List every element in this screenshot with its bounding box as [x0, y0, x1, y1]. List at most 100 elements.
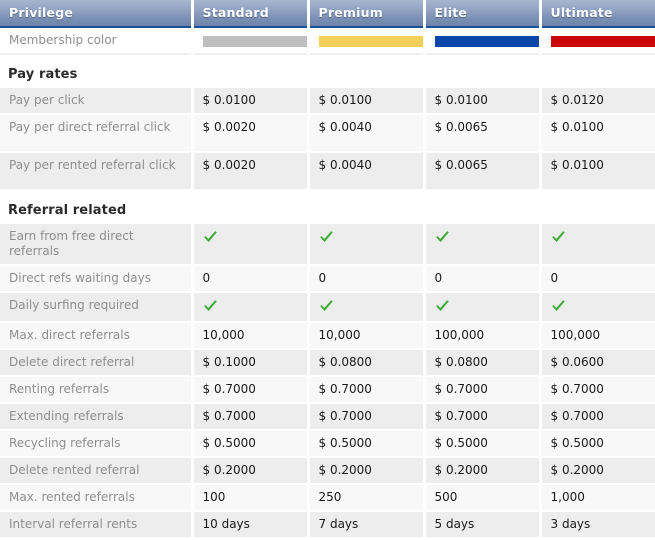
row-value-cell: $ 0.2000: [424, 457, 542, 485]
section-title: Referral related: [0, 190, 655, 224]
row-value-cell: $ 0.7000: [424, 403, 542, 431]
row-value-cell: $ 0.7000: [540, 376, 655, 404]
row-value-cell: $ 0.0120: [540, 88, 655, 115]
membership-color-cell: [540, 27, 655, 55]
row-value-cell: $ 0.5000: [424, 430, 542, 458]
row-value-cell: $ 0.7000: [308, 403, 426, 431]
row-value-cell: 3 days: [540, 511, 655, 539]
row-label: Pay per direct referral click: [0, 114, 194, 153]
check-icon: [319, 230, 334, 244]
table-header: Privilege Standard Premium Elite Ultimat…: [0, 0, 655, 28]
table-row: Direct refs waiting days 0 0 0 0: [0, 265, 655, 293]
row-label: Pay per click: [0, 88, 194, 115]
row-value-cell: 7 days: [308, 511, 426, 539]
row-value-cell: 0: [424, 265, 542, 293]
row-value-cell: $ 0.5000: [192, 430, 310, 458]
row-label: Extending referrals: [0, 403, 194, 431]
column-header-premium[interactable]: Premium: [308, 0, 426, 28]
membership-color-cell: [308, 27, 426, 55]
table-row: Pay per rented referral click $ 0.0020 $ 0…: [0, 152, 655, 191]
table-row: Recycling referrals $ 0.5000 $ 0.5000 $ 0.5…: [0, 430, 655, 458]
row-value-cell: $ 0.7000: [192, 403, 310, 431]
row-value-cell: $ 0.0020: [192, 152, 310, 191]
row-value-cell: 10,000: [192, 322, 310, 350]
row-value-cell: $ 0.7000: [540, 403, 655, 431]
privileges-page: Privilege Standard Premium Elite Ultimat…: [0, 0, 655, 540]
row-label: Membership color: [0, 27, 194, 55]
row-value-cell: $ 0.5000: [540, 430, 655, 458]
check-icon: [551, 230, 566, 244]
row-value-cell: $ 0.0100: [308, 88, 426, 115]
row-value-cell: $ 0.5000: [308, 430, 426, 458]
row-value-cell: $ 0.0100: [424, 88, 542, 115]
section-heading-row: Pay rates: [0, 54, 655, 88]
membership-privileges-table: Privilege Standard Premium Elite Ultimat…: [0, 0, 655, 540]
row-value-cell: $ 0.0065: [424, 114, 542, 153]
row-value-cell: 100,000: [424, 322, 542, 350]
row-value-cell: $ 0.2000: [540, 457, 655, 485]
header-row: Privilege Standard Premium Elite Ultimat…: [0, 0, 655, 28]
membership-color-row: Membership color: [0, 27, 655, 55]
row-label: Earn from free direct referrals: [0, 224, 194, 266]
row-value-cell: [540, 224, 655, 266]
row-value-cell: $ 0.7000: [424, 376, 542, 404]
row-label: Pay per rented referral click: [0, 152, 194, 191]
column-header-ultimate[interactable]: Ultimate: [540, 0, 655, 28]
row-value-cell: [540, 292, 655, 323]
check-icon: [435, 299, 450, 313]
row-value-cell: 10,000: [308, 322, 426, 350]
color-swatch: [202, 35, 307, 47]
row-value-cell: [424, 224, 542, 266]
row-value-cell: $ 0.0800: [424, 349, 542, 377]
column-header-standard[interactable]: Standard: [192, 0, 310, 28]
row-value-cell: 0: [540, 265, 655, 293]
row-value-cell: $ 0.0020: [192, 114, 310, 153]
table-row: Delete direct referral $ 0.1000 $ 0.0800 $ …: [0, 349, 655, 377]
row-value-cell: $ 0.7000: [308, 376, 426, 404]
membership-color-cell: [424, 27, 542, 55]
table-row: Interval referral rents 10 days 7 days 5 da…: [0, 511, 655, 539]
row-value-cell: 100: [192, 484, 310, 512]
row-value-cell: $ 0.0040: [308, 152, 426, 191]
row-value-cell: 250: [308, 484, 426, 512]
row-value-cell: [308, 224, 426, 266]
section-title: Pay rates: [0, 54, 655, 88]
table-row: Pay per direct referral click $ 0.0020 $ 0…: [0, 114, 655, 153]
row-value-cell: $ 0.0600: [540, 349, 655, 377]
table-row: Earn from free direct referrals: [0, 224, 655, 266]
row-label: Daily surfing required: [0, 292, 194, 323]
check-icon: [551, 299, 566, 313]
color-swatch: [550, 35, 655, 47]
table-row: Pay per click $ 0.0100 $ 0.0100 $ 0.0100 $ 0…: [0, 88, 655, 115]
table-row: Daily surfing required: [0, 292, 655, 323]
table-row: Max. rented referrals 100 250 500 1,000: [0, 484, 655, 512]
row-label: Delete rented referral: [0, 457, 194, 485]
table-row: Renting referrals $ 0.7000 $ 0.7000 $ 0.700…: [0, 376, 655, 404]
row-value-cell: $ 0.0065: [424, 152, 542, 191]
row-value-cell: $ 0.0100: [540, 152, 655, 191]
row-value-cell: [192, 224, 310, 266]
column-header-privilege[interactable]: Privilege: [0, 0, 194, 28]
column-header-elite[interactable]: Elite: [424, 0, 542, 28]
row-value-cell: [192, 292, 310, 323]
section-heading-row: Referral related: [0, 190, 655, 224]
row-value-cell: [308, 292, 426, 323]
row-label: Max. rented referrals: [0, 484, 194, 512]
membership-color-cell: [192, 27, 310, 55]
row-value-cell: 5 days: [424, 511, 542, 539]
check-icon: [203, 230, 218, 244]
row-value-cell: $ 0.7000: [192, 376, 310, 404]
row-value-cell: 10 days: [192, 511, 310, 539]
check-icon: [435, 230, 450, 244]
row-value-cell: 0: [308, 265, 426, 293]
table-row: Extending referrals $ 0.7000 $ 0.7000 $ 0.7…: [0, 403, 655, 431]
table-body: Membership color Pay rates Pay per click $ …: [0, 27, 655, 540]
row-value-cell: 0: [192, 265, 310, 293]
row-value-cell: $ 0.2000: [192, 457, 310, 485]
row-value-cell: $ 0.2000: [308, 457, 426, 485]
row-label: Interval referral rents: [0, 511, 194, 539]
row-label: Delete direct referral: [0, 349, 194, 377]
row-value-cell: $ 0.0100: [192, 88, 310, 115]
check-icon: [203, 299, 218, 313]
row-value-cell: 1,000: [540, 484, 655, 512]
